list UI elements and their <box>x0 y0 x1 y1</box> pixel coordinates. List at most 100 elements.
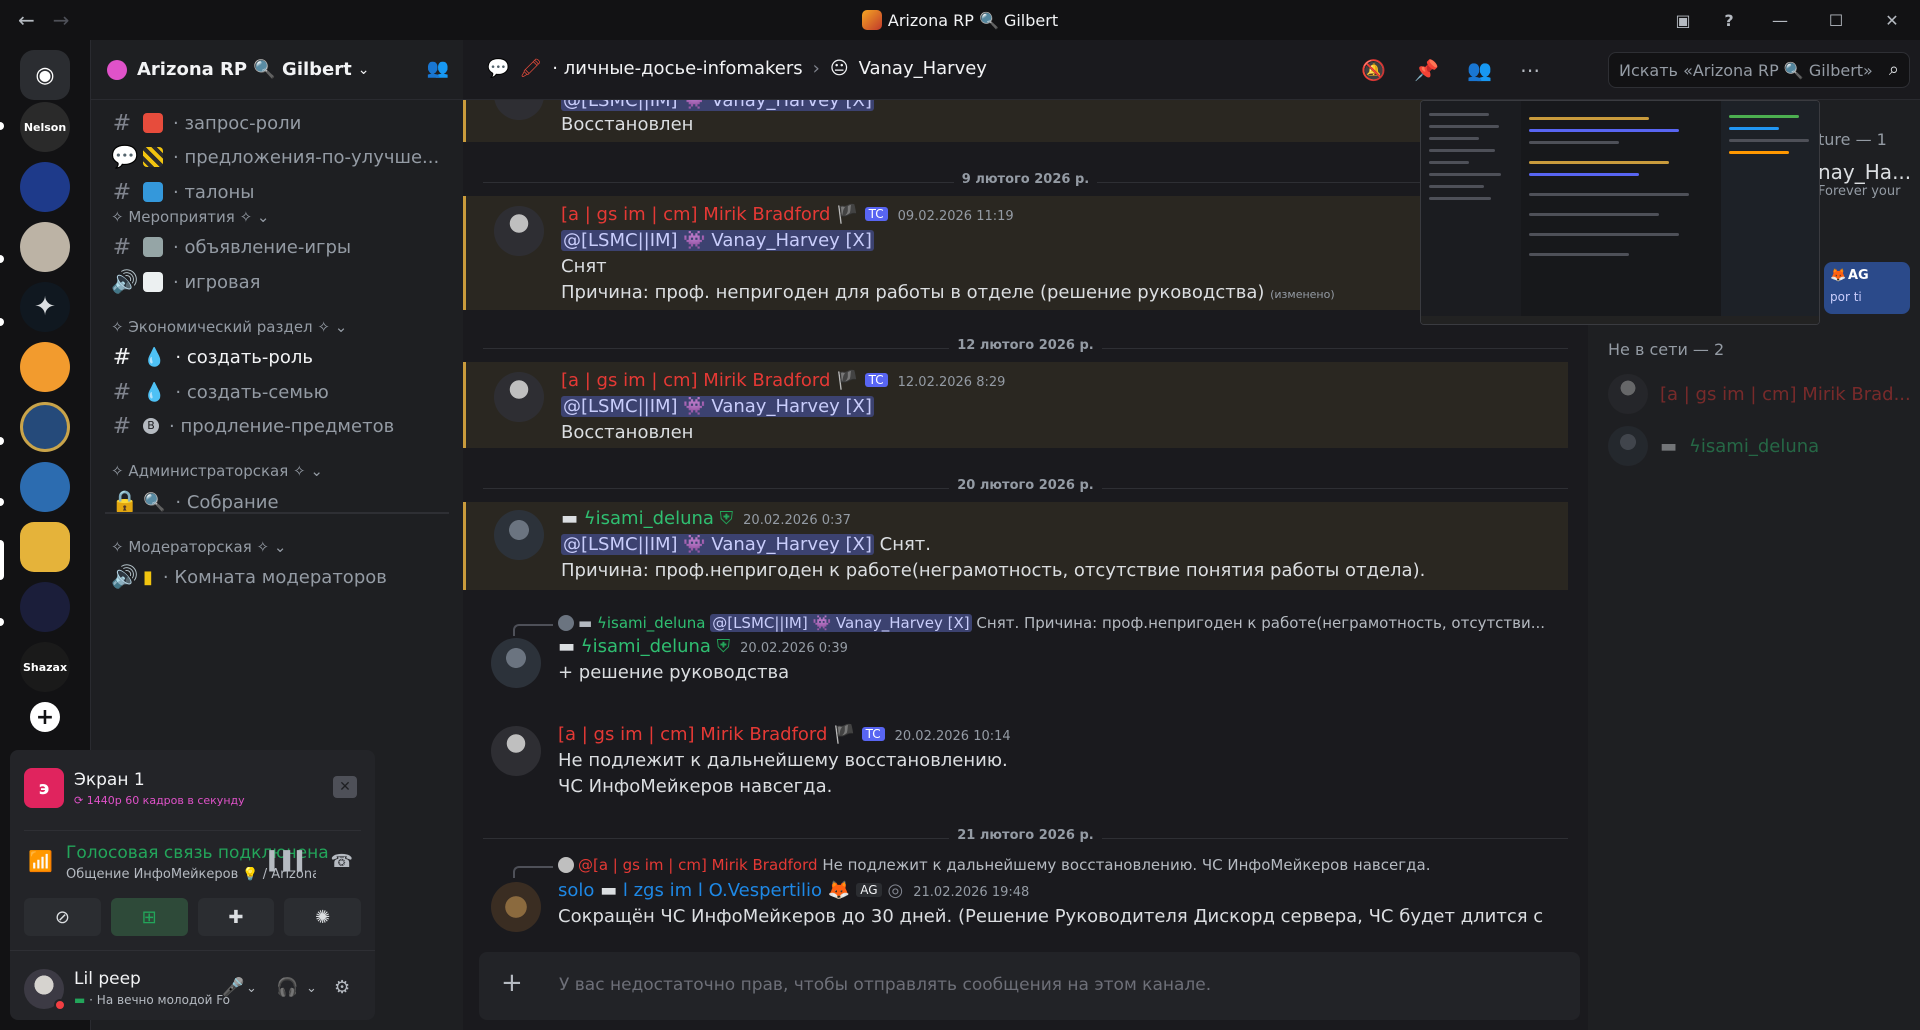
user-mention[interactable]: @[LSMC||IM] 👾 Vanay_Harvey [X] <box>561 100 874 111</box>
avatar[interactable] <box>494 206 544 256</box>
avatar[interactable] <box>491 882 541 932</box>
avatar[interactable] <box>494 510 544 560</box>
category-ekonomicheskiy[interactable]: ✧ Экономический раздел ✧ ⌄ <box>111 318 347 336</box>
edited-label: (изменено) <box>1270 288 1335 301</box>
stop-stream-icon[interactable]: ✕ <box>333 776 357 798</box>
channel-label: · Комната модераторов <box>162 566 387 588</box>
close-button[interactable]: ✕ <box>1864 0 1920 40</box>
date-divider: 12 лютого 2026 р. <box>483 338 1568 358</box>
clan-tag: AG <box>856 883 882 897</box>
title-bar: ← → Arizona RP 🔍 Gilbert ▣ ? — ☐ ✕ <box>0 0 1920 40</box>
server-icon-h[interactable] <box>20 582 70 632</box>
server-nelson[interactable]: Nelson <box>20 102 70 152</box>
avatar[interactable] <box>491 638 541 688</box>
soundboard-icon[interactable]: ▍▌▍ <box>269 851 311 872</box>
screen-share-button[interactable]: ⊞ <box>110 898 188 936</box>
chevron-down-icon[interactable]: ⌄ <box>246 981 257 996</box>
card-subtext: por ti <box>1830 290 1862 304</box>
stream-pip-preview[interactable] <box>1420 100 1820 325</box>
soundboard-button[interactable]: ✺ <box>284 898 361 936</box>
author-name[interactable]: ϟisami_deluna <box>584 508 714 529</box>
server-icon-d[interactable] <box>20 342 70 392</box>
category-administratorskaya[interactable]: ✧ Администраторская ✧ ⌄ <box>111 462 323 480</box>
microphone-icon[interactable]: 🎤 <box>222 977 244 998</box>
author-name[interactable]: [a | gs im | cm] Mirik Bradford <box>561 204 830 225</box>
avatar[interactable] <box>494 372 544 422</box>
game-icon: ▬ <box>74 993 86 1007</box>
back-arrow-icon[interactable]: ← <box>18 8 35 32</box>
plus-icon[interactable]: + <box>501 968 523 998</box>
help-icon[interactable]: ? <box>1706 0 1752 40</box>
author-name[interactable]: ϟisami_deluna <box>581 636 711 657</box>
member-name[interactable]: nay_Ha... <box>1818 160 1911 184</box>
member-profile-card[interactable]: 🦊 AG por ti <box>1824 262 1910 314</box>
reply-preview[interactable]: ▬ ϟisami_deluna @[LSMC||IM] 👾 Vanay_Harv… <box>558 614 1545 632</box>
channel-zapros-roli[interactable]: # · запрос-роли <box>111 106 453 140</box>
member-item[interactable]: [a | gs im | cm] Mirik Brad... <box>1608 372 1911 416</box>
maximize-button[interactable]: ☐ <box>1808 0 1864 40</box>
server-shazax[interactable]: Shazax <box>20 642 70 692</box>
more-options-icon[interactable]: ⋯ <box>1520 58 1540 82</box>
message-composer[interactable]: + У вас недостаточно прав, чтобы отправл… <box>479 952 1580 1020</box>
discord-home-icon[interactable]: ◉ <box>20 50 70 100</box>
message: @[a | gs im | cm] Mirik Bradford Не подл… <box>463 852 1568 940</box>
avatar[interactable] <box>491 726 541 776</box>
channel-sozdat-semyu[interactable]: # 💧 · создать-семью <box>111 375 453 409</box>
search-input[interactable]: Искать «Arizona RP 🔍 Gilbert» ⌕ <box>1608 52 1910 88</box>
forward-arrow-icon[interactable]: → <box>53 8 70 32</box>
author-name[interactable]: [a | gs im | cm] Mirik Bradford <box>561 370 830 391</box>
channel-talony[interactable]: # · талоны <box>111 175 453 209</box>
server-icon-b[interactable] <box>20 222 70 272</box>
server-icon-c[interactable]: ✦ <box>20 282 70 332</box>
channel-igrovaya[interactable]: 🔊 · игровая <box>111 265 453 299</box>
timestamp: 20.02.2026 10:14 <box>894 729 1011 744</box>
headphones-icon[interactable]: 🎧 <box>276 977 298 998</box>
message: [a | gs im | cm] Mirik Bradford 🏴 TC 09.02… <box>463 196 1568 310</box>
activities-button[interactable]: ✚ <box>197 898 275 936</box>
channel-sozdat-rol[interactable]: # 💧 · создать-роль <box>111 340 453 374</box>
author-name[interactable]: l zgs im l O.Vespertilio <box>623 880 822 901</box>
stream-preview[interactable]: э Экран 1 ⟳ 1440p 60 кадров в секунду ✕ <box>24 764 361 814</box>
message-content: ЧС ИнфоМейкеров навсегда. <box>558 776 833 797</box>
member-item[interactable]: ▬ ϟisami_deluna <box>1608 424 1819 468</box>
server-icon-g[interactable] <box>20 522 70 572</box>
user-mention[interactable]: @[LSMC||IM] 👾 Vanay_Harvey [X] <box>561 534 874 555</box>
unread-pill <box>0 255 4 263</box>
channel-label: · талоны <box>173 181 255 203</box>
user-mention[interactable]: @[LSMC||IM] 👾 Vanay_Harvey [X] <box>561 396 874 417</box>
server-icon-a[interactable] <box>20 162 70 212</box>
channel-prodlenie[interactable]: # B · продление-предметов <box>111 409 453 443</box>
category-meropriyatiya[interactable]: ✧ Мероприятия ✧ ⌄ <box>111 208 270 226</box>
server-icon-e[interactable] <box>20 402 70 452</box>
channel-emoji-icon: 🖍 <box>519 58 543 79</box>
channel-komnata-moderatorov[interactable]: 🔊 ▮ · Комната модераторов <box>111 560 453 594</box>
members-icon[interactable]: 👥 <box>1467 58 1492 82</box>
camera-off-button[interactable]: ⊘ <box>24 898 101 936</box>
settings-gear-icon[interactable]: ⚙ <box>334 977 350 998</box>
channel-predlozheniya[interactable]: 💬 · предложения-по-улучше... <box>111 140 453 174</box>
screen-share-icon: э <box>24 768 64 808</box>
inbox-icon[interactable]: ▣ <box>1660 0 1706 40</box>
disconnect-icon[interactable]: ☎ <box>331 851 353 872</box>
channel-label: · Собрание <box>175 491 279 513</box>
channel-obyavlenie-igry[interactable]: # · объявление-игры <box>111 230 453 264</box>
avatar[interactable] <box>494 100 544 120</box>
server-icon-f[interactable] <box>20 462 70 512</box>
pin-icon[interactable]: 📌 <box>1414 58 1439 82</box>
guild-header[interactable]: Arizona RP 🔍 Gilbert ⌄ 👥 <box>91 40 463 100</box>
user-mention[interactable]: @[LSMC||IM] 👾 Vanay_Harvey [X] <box>561 230 874 251</box>
chevron-down-icon[interactable]: ⌄ <box>306 981 317 996</box>
user-name[interactable]: Lil peep <box>74 969 141 989</box>
reply-preview[interactable]: @[a | gs im | cm] Mirik Bradford Не подл… <box>558 856 1430 874</box>
thread-emoji-icon: 😐 <box>829 58 849 79</box>
minimize-button[interactable]: — <box>1752 0 1808 40</box>
category-moderatorskaya[interactable]: ✧ Модераторская ✧ ⌄ <box>111 538 286 556</box>
pip-chat <box>1521 101 1721 324</box>
notification-off-icon[interactable]: 🔕 <box>1361 58 1386 82</box>
author-name[interactable]: [a | gs im | cm] Mirik Bradford <box>558 724 827 745</box>
date-divider: 20 лютого 2026 р. <box>483 478 1568 498</box>
parent-channel-link[interactable]: · личные-досье-infomakers <box>552 58 802 79</box>
invite-people-icon[interactable]: 👥 <box>427 58 449 79</box>
add-server-icon[interactable]: + <box>30 702 60 732</box>
thread-title: Vanay_Harvey <box>858 58 987 79</box>
